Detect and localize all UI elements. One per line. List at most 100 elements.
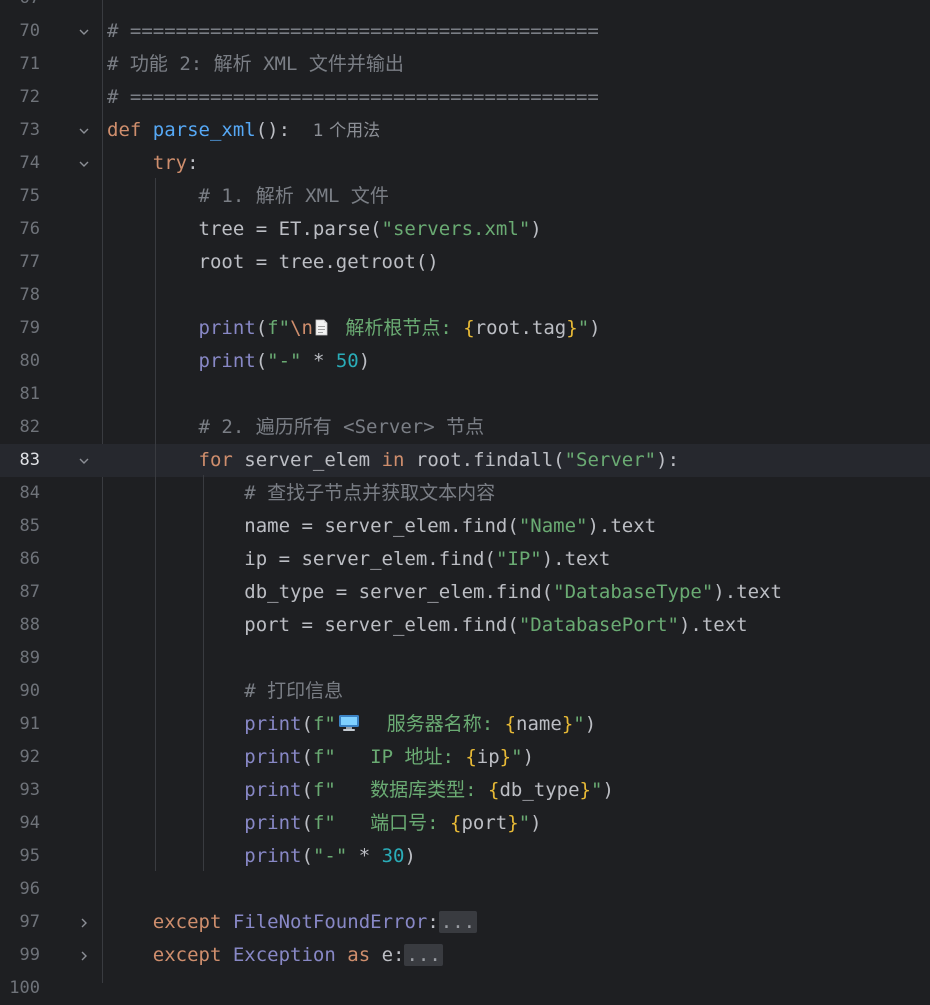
- code-line[interactable]: 79 print(f"\n 解析根节点: {root.tag}"): [0, 312, 930, 345]
- code-token: (: [301, 779, 313, 801]
- line-number: 71: [19, 54, 40, 74]
- line-number: 83: [19, 450, 40, 470]
- code-token: f": [312, 713, 336, 735]
- code-line[interactable]: 78: [0, 279, 930, 312]
- code-line[interactable]: 80 print("-" * 50): [0, 345, 930, 378]
- code-token: f" 数据库类型:: [312, 779, 489, 801]
- code-token: {: [504, 713, 517, 735]
- code-token: }: [566, 317, 578, 339]
- desktop-computer-icon: [338, 715, 359, 731]
- code-token: as: [347, 944, 371, 966]
- code-token: # 2. 遍历所有 <Server> 节点: [198, 416, 485, 438]
- code-text: print(f" 端口号: {port}"): [107, 807, 541, 840]
- code-line[interactable]: 97 except FileNotFoundError:...: [0, 906, 930, 939]
- code-token: ): [589, 317, 601, 339]
- code-text: tree = ET.parse("servers.xml"): [107, 213, 542, 246]
- code-token: root = tree.getroot(): [107, 251, 439, 273]
- code-token: ):: [656, 449, 680, 471]
- code-line[interactable]: 81: [0, 378, 930, 411]
- code-line[interactable]: 82 # 2. 遍历所有 <Server> 节点: [0, 411, 930, 444]
- code-line[interactable]: 84 # 查找子节点并获取文本内容: [0, 477, 930, 510]
- code-line[interactable]: 75 # 1. 解析 XML 文件: [0, 180, 930, 213]
- code-token: (: [301, 746, 313, 768]
- code-token: name: [516, 713, 562, 735]
- code-token: for: [198, 449, 233, 471]
- code-token: ": [518, 812, 531, 834]
- code-line[interactable]: 92 print(f" IP 地址: {ip}"): [0, 741, 930, 774]
- code-token: port = server_elem.find(: [107, 614, 519, 636]
- code-text: print(f" IP 地址: {ip}"): [107, 741, 534, 774]
- code-line[interactable]: 76 tree = ET.parse("servers.xml"): [0, 213, 930, 246]
- code-line[interactable]: 83 for server_elem in root.findall("Serv…: [0, 444, 930, 477]
- line-number: 99: [19, 945, 40, 965]
- code-token: }: [579, 779, 591, 801]
- code-line[interactable]: 93 print(f" 数据库类型: {db_type}"): [0, 774, 930, 807]
- code-token: "-": [312, 845, 348, 867]
- code-line[interactable]: 90 # 打印信息: [0, 675, 930, 708]
- code-line[interactable]: 91 print(f" 服务器名称: {name}"): [0, 708, 930, 741]
- code-token: print: [244, 812, 302, 834]
- code-line[interactable]: 86 ip = server_elem.find("IP").text: [0, 543, 930, 576]
- chevron-down-icon[interactable]: [76, 114, 92, 147]
- code-line[interactable]: 94 print(f" 端口号: {port}"): [0, 807, 930, 840]
- code-line[interactable]: 96: [0, 873, 930, 906]
- code-token: # 打印信息: [244, 680, 344, 702]
- code-token: "servers.xml": [381, 218, 531, 240]
- code-text: # 1. 解析 XML 文件: [107, 180, 389, 213]
- code-line[interactable]: 89: [0, 642, 930, 675]
- code-line[interactable]: 70 # ====================================…: [0, 15, 930, 48]
- code-token: \n: [290, 317, 313, 339]
- code-line[interactable]: 100: [0, 972, 930, 1005]
- chevron-down-icon[interactable]: [76, 147, 92, 180]
- code-token: e:: [370, 944, 405, 966]
- code-line[interactable]: 74 try:: [0, 147, 930, 180]
- code-line[interactable]: 88 port = server_elem.find("DatabasePort…: [0, 609, 930, 642]
- code-line[interactable]: 73 def parse_xml(): 1 个用法: [0, 114, 930, 147]
- chevron-right-icon[interactable]: [76, 906, 92, 939]
- code-token: # 1. 解析 XML 文件: [198, 185, 389, 207]
- folded-code-placeholder[interactable]: ...: [438, 911, 478, 933]
- code-token: ": [577, 317, 590, 339]
- code-text: except FileNotFoundError:...: [107, 906, 478, 939]
- indent-guide: [203, 475, 204, 871]
- code-token: "Name": [518, 515, 588, 537]
- chevron-down-icon[interactable]: [76, 15, 92, 48]
- code-token: FileNotFoundError: [232, 911, 428, 933]
- line-number: 73: [19, 120, 40, 140]
- code-token: }: [499, 746, 512, 768]
- code-line[interactable]: 85 name = server_elem.find("Name").text: [0, 510, 930, 543]
- folded-code-placeholder[interactable]: ...: [404, 944, 443, 966]
- code-token: print: [244, 779, 302, 801]
- code-line[interactable]: 71 # 功能 2: 解析 XML 文件并输出: [0, 48, 930, 81]
- code-line[interactable]: 72 # ====================================…: [0, 81, 930, 114]
- chevron-right-icon[interactable]: [76, 939, 92, 972]
- code-line[interactable]: 95 print("-" * 30): [0, 840, 930, 873]
- code-token: in: [381, 449, 405, 471]
- code-line[interactable]: 77 root = tree.getroot(): [0, 246, 930, 279]
- line-number: 75: [19, 186, 40, 206]
- code-line[interactable]: 99 except Exception as e:...: [0, 939, 930, 972]
- code-token: }: [561, 713, 574, 735]
- code-editor[interactable]: 67 70 # ==================================…: [0, 0, 930, 998]
- code-token: print: [244, 713, 302, 735]
- code-token: *: [301, 350, 336, 372]
- chevron-down-icon[interactable]: [76, 444, 92, 477]
- code-line[interactable]: 87 db_type = server_elem.find("DatabaseT…: [0, 576, 930, 609]
- code-token: port: [461, 812, 508, 834]
- code-line[interactable]: 67: [0, 0, 930, 15]
- line-number: 94: [19, 813, 40, 833]
- line-number: 78: [19, 285, 40, 305]
- line-number: 95: [19, 846, 40, 866]
- code-token: {: [450, 812, 462, 834]
- code-token: f" IP 地址:: [312, 746, 466, 768]
- code-text: # 2. 遍历所有 <Server> 节点: [107, 411, 485, 444]
- code-token: name = server_elem.find(: [107, 515, 519, 537]
